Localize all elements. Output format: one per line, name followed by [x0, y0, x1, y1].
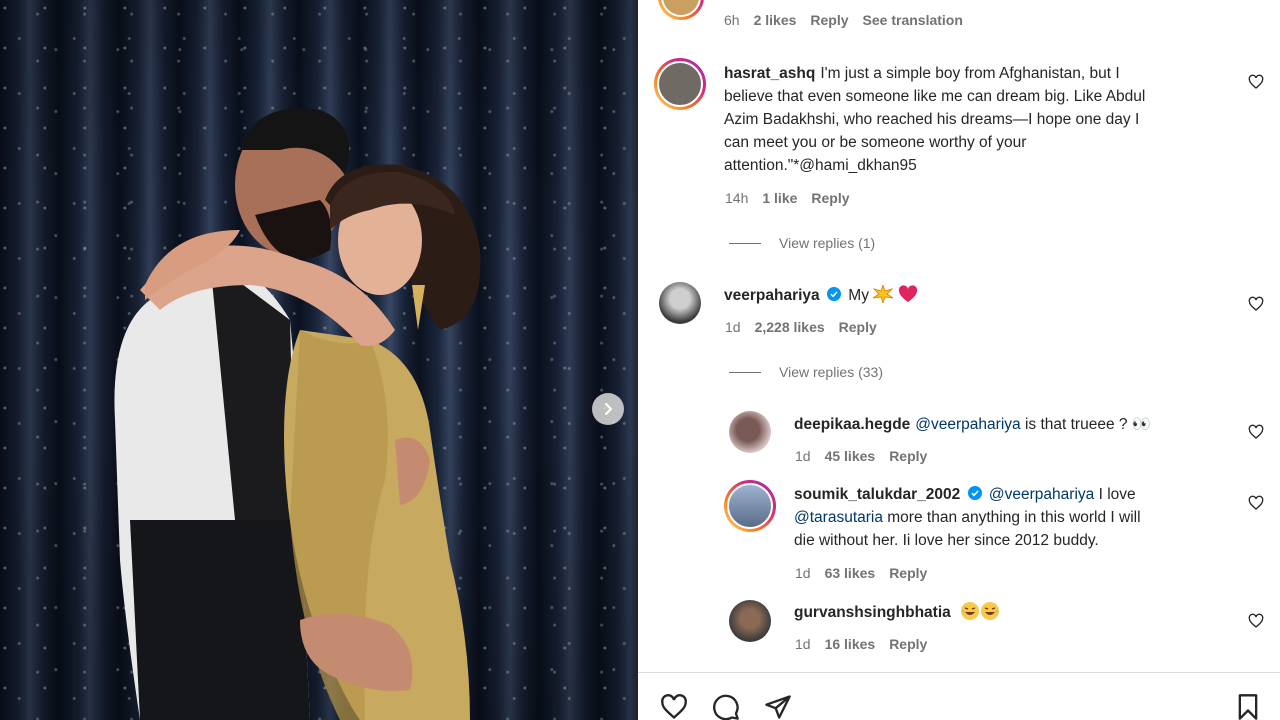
reply-button[interactable]: Reply [811, 190, 849, 206]
comments-panel: 6h 2 likes Reply See translation hasrat_… [638, 0, 1280, 720]
post-action-bar [638, 672, 1280, 720]
comment-text: I'm just a simple boy from Afghanistan, … [820, 65, 1120, 82]
laughing-emoji-icon [961, 602, 980, 620]
avatar[interactable] [729, 600, 771, 642]
comment-time: 6h [724, 12, 740, 28]
comment-time: 1d [795, 565, 811, 581]
comment-text: I love [1094, 486, 1136, 503]
reply-button[interactable]: Reply [810, 12, 848, 28]
comment-likes[interactable]: 2,228 likes [755, 319, 825, 335]
heart-icon[interactable] [1248, 296, 1264, 312]
avatar[interactable] [659, 282, 701, 324]
comment-likes[interactable]: 2 likes [754, 12, 797, 28]
share-icon[interactable] [764, 693, 792, 720]
comment-time: 14h [725, 190, 749, 206]
comment-username[interactable]: veerpahariya [724, 287, 820, 304]
comment-time: 1d [795, 448, 811, 464]
reply-button[interactable]: Reply [889, 565, 927, 581]
see-translation-button[interactable]: See translation [863, 12, 963, 28]
comment-likes[interactable]: 45 likes [825, 448, 876, 464]
next-image-button[interactable] [592, 393, 624, 425]
reply-button[interactable]: Reply [839, 319, 877, 335]
chevron-right-icon [604, 402, 613, 416]
avatar[interactable] [724, 480, 776, 532]
comment-time: 1d [725, 319, 741, 335]
laughing-emoji-icon [981, 602, 1000, 620]
view-replies-label: View replies (1) [779, 235, 876, 251]
comment-username[interactable]: gurvanshsinghbhatia [794, 604, 951, 621]
comment-text: is that trueee ? 👀 [1020, 416, 1152, 433]
comment-text: more than anything in this world I will [882, 509, 1141, 526]
mention-link[interactable]: @veerpahariya [989, 486, 1094, 503]
comment-text: My [848, 287, 869, 304]
avatar[interactable] [658, 0, 704, 20]
reply-button[interactable]: Reply [889, 636, 927, 652]
couple-figures [114, 108, 481, 720]
comment-likes[interactable]: 63 likes [825, 565, 876, 581]
view-replies-button[interactable]: View replies (33) [729, 364, 883, 380]
heart-icon[interactable] [1248, 613, 1264, 629]
comment-username[interactable]: hasrat_ashq [724, 65, 815, 82]
mention-link[interactable]: @veerpahariya [915, 416, 1020, 433]
reply-button[interactable]: Reply [889, 448, 927, 464]
comment-icon[interactable] [712, 693, 740, 720]
avatar[interactable] [654, 58, 706, 110]
comment-likes[interactable]: 16 likes [825, 636, 876, 652]
bookmark-icon[interactable] [1234, 693, 1262, 720]
heart-icon[interactable] [1248, 495, 1264, 511]
comment-text: Azim Badakhshi, who reached his dreams—I… [724, 111, 1140, 128]
heart-icon[interactable] [660, 693, 688, 720]
red-heart-emoji-icon [898, 285, 917, 303]
verified-badge-icon [826, 287, 841, 301]
verified-badge-icon [967, 486, 982, 500]
heart-icon[interactable] [1248, 74, 1264, 90]
comment-text: attention."*@hami_dkhan95 [724, 157, 917, 174]
comment-username[interactable]: soumik_talukdar_2002 [794, 486, 960, 503]
mention-link[interactable]: @tarasutaria [794, 509, 883, 526]
comment-likes[interactable]: 1 like [762, 190, 797, 206]
comment-username[interactable]: deepikaa.hegde [794, 416, 910, 433]
comment-text: die without her. Ii love her since 2012 … [794, 532, 1099, 549]
comment-time: 1d [795, 636, 811, 652]
partial-comment: 6h 2 likes Reply See translation [638, 0, 1280, 30]
comment-text: can meet you or be someone worthy of you… [724, 134, 1027, 151]
heart-icon[interactable] [1248, 424, 1264, 440]
comment-text: believe that even someone like me can dr… [724, 88, 1146, 105]
post-photo [0, 0, 638, 720]
view-replies-button[interactable]: View replies (1) [729, 235, 875, 251]
avatar[interactable] [729, 411, 771, 453]
collision-emoji-icon [872, 283, 894, 305]
view-replies-label: View replies (33) [779, 364, 884, 380]
